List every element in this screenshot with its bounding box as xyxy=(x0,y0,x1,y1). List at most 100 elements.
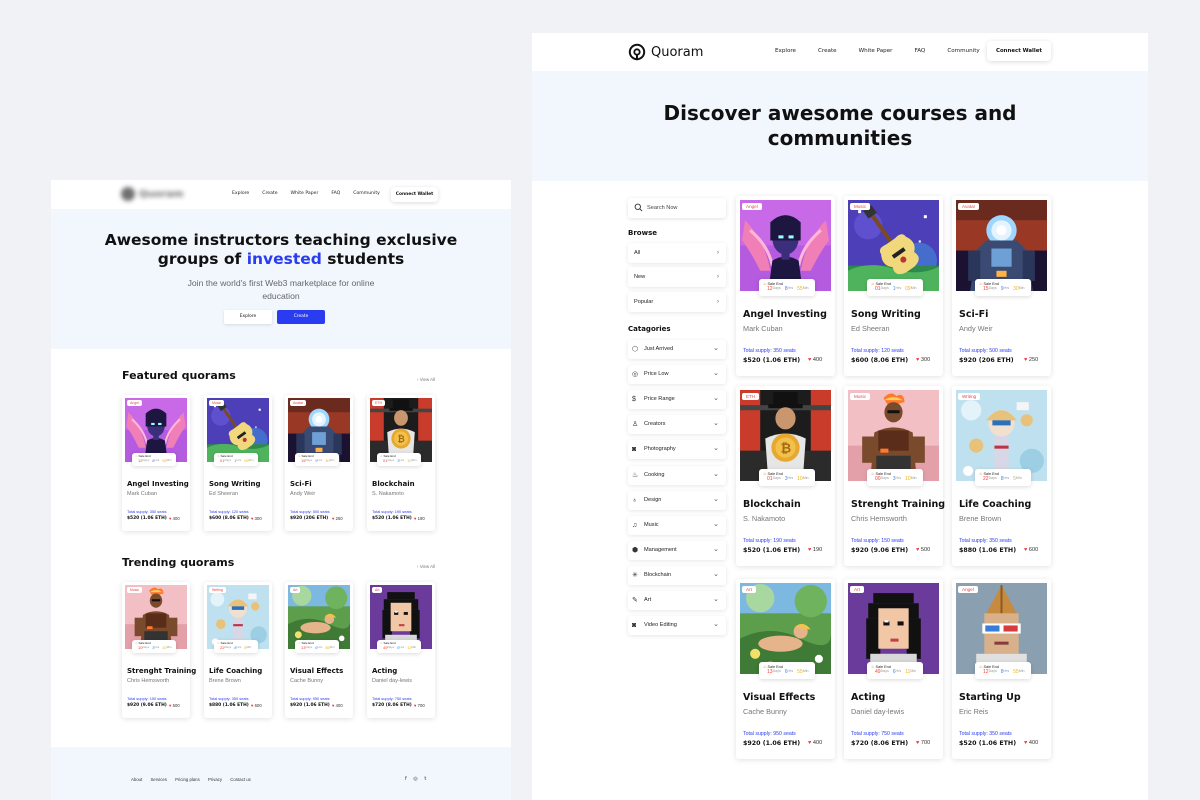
course-title[interactable]: Sci-Fi xyxy=(959,309,988,320)
course-card[interactable]: Avatar ♨ Sale End 15 Days 9 Hrs 30 Min Sci-… xyxy=(285,395,353,531)
course-price: $920 (9.06 ETH) xyxy=(851,547,909,554)
like-button[interactable]: ♥ 250 xyxy=(1024,357,1038,363)
course-title[interactable]: Starting Up xyxy=(959,692,1021,703)
minutes-unit: Min xyxy=(248,458,254,462)
connect-wallet-button[interactable]: Connect Wallet xyxy=(987,41,1051,61)
nav-link-create[interactable]: Create xyxy=(818,48,837,54)
course-author: Daniel day-lewis xyxy=(372,678,413,684)
course-card[interactable]: Writing ♨ Sale End 22 Days 8 Hrs 5 Min Life… xyxy=(204,582,272,718)
course-card[interactable]: ₿ ETH ♨ Sale End 01 Days 3 Hrs 10 Min Block… xyxy=(736,386,835,566)
nav-link-explore[interactable]: Explore xyxy=(775,48,796,54)
category-price-low[interactable]: ◎ Price Low ⌄ xyxy=(628,365,726,384)
like-button[interactable]: ♥ 400 xyxy=(1024,740,1038,746)
browse-new[interactable]: New › xyxy=(628,267,726,287)
logo[interactable]: Quoram xyxy=(121,187,184,201)
like-button[interactable]: ♥ 300 xyxy=(251,516,262,521)
footer-link-privacy[interactable]: Privacy xyxy=(208,777,222,782)
like-button[interactable]: ♥ 190 xyxy=(414,516,425,521)
course-card[interactable]: Art ♨ Sale End 13 Days 6 Hrs 55 Min Visual … xyxy=(736,579,835,759)
category-photography[interactable]: ◙ Photography ⌄ xyxy=(628,440,726,459)
category-video-editing[interactable]: ◙ Video Editing ⌄ xyxy=(628,616,726,635)
course-title[interactable]: Blockchain xyxy=(372,480,415,488)
like-button[interactable]: ♥ 300 xyxy=(916,357,930,363)
category-management[interactable]: ⬢ Management ⌄ xyxy=(628,541,726,560)
footer-link-services[interactable]: Services xyxy=(150,777,166,782)
browse-all[interactable]: All › xyxy=(628,243,726,263)
course-card[interactable]: Avatar ♨ Sale End 15 Days 9 Hrs 30 Min Sci-… xyxy=(952,196,1051,376)
category-art[interactable]: ✎ Art ⌄ xyxy=(628,591,726,610)
course-title[interactable]: Strenght Training xyxy=(851,499,945,510)
category-just-arrived[interactable]: ⬡ Just Arrived ⌄ xyxy=(628,340,726,359)
like-button[interactable]: ♥ 500 xyxy=(916,547,930,553)
course-title[interactable]: Angel Investing xyxy=(127,480,189,488)
course-card[interactable]: Art ♨ Sale End 49 Days 6 Hrs 11 Min Acting … xyxy=(844,579,943,759)
category-price-range[interactable]: $ Price Range ⌄ xyxy=(628,390,726,409)
nav-link-faq[interactable]: FAQ xyxy=(914,48,925,54)
nav-link-white-paper[interactable]: White Paper xyxy=(291,191,319,196)
category-creators[interactable]: ♙ Creators ⌄ xyxy=(628,415,726,434)
total-supply: Total supply: 190 seats xyxy=(372,509,412,514)
like-button[interactable]: ♥ 600 xyxy=(251,703,262,708)
course-title[interactable]: Song Writing xyxy=(851,309,921,320)
course-card[interactable]: Music ♨ Sale End 01 Days 1 Hrs 09 Min Song … xyxy=(204,395,272,531)
like-button[interactable]: ♥ 400 xyxy=(808,740,822,746)
browse-popular[interactable]: Popular › xyxy=(628,292,726,312)
course-title[interactable]: Life Coaching xyxy=(209,667,262,675)
course-title[interactable]: Sci-Fi xyxy=(290,480,312,488)
nav-link-explore[interactable]: Explore xyxy=(232,191,249,196)
category-design[interactable]: ♁ Design ⌄ xyxy=(628,491,726,510)
nav-link-community[interactable]: Community xyxy=(947,48,979,54)
like-button[interactable]: ♥ 700 xyxy=(916,740,930,746)
explore-button[interactable]: Explore xyxy=(224,310,272,324)
nav-link-create[interactable]: Create xyxy=(262,191,277,196)
course-card[interactable]: Angel ♨ Sale End 12 Days 8 Hrs 55 Min Start… xyxy=(952,579,1051,759)
course-card[interactable]: Music ♨ Sale End 10 Days 3 Hrs 10 Min Stren… xyxy=(122,582,196,718)
days-unit: Days xyxy=(305,645,313,649)
course-title[interactable]: Visual Effects xyxy=(290,667,343,675)
like-button[interactable]: ♥ 400 xyxy=(332,703,343,708)
like-button[interactable]: ♥ 400 xyxy=(808,357,822,363)
featured-view-all-link[interactable]: › View All xyxy=(417,377,435,382)
logo[interactable]: Quoram xyxy=(628,43,703,61)
course-title[interactable]: Acting xyxy=(372,667,397,675)
course-card[interactable]: ₿ ETH ♨ Sale End 01 Days 3 Hrs 10 Min Block… xyxy=(367,395,435,531)
nav-link-community[interactable]: Community xyxy=(353,191,380,196)
course-card[interactable]: Writing ♨ Sale End 22 Days 8 Hrs 5 Min Life… xyxy=(952,386,1051,566)
like-count: 400 xyxy=(812,357,823,363)
course-title[interactable]: Visual Effects xyxy=(743,692,815,703)
footer-link-pricing[interactable]: Pricing plans xyxy=(175,777,200,782)
like-button[interactable]: ♥ 600 xyxy=(1024,547,1038,553)
like-button[interactable]: ♥ 500 xyxy=(169,703,180,708)
footer-link-contact[interactable]: Contact us xyxy=(230,777,251,782)
course-card[interactable]: Music ♨ Sale End 01 Days 1 Hrs 09 Min Song … xyxy=(844,196,943,376)
footer-link-about[interactable]: About xyxy=(131,777,142,782)
course-card[interactable]: Music ♨ Sale End 00 Days 3 Hrs 10 Min Stren… xyxy=(844,386,945,566)
category-blockchain[interactable]: ✳ Blockchain ⌄ xyxy=(628,566,726,585)
like-button[interactable]: ♥ 700 xyxy=(414,703,425,708)
course-card[interactable]: Angel ♨ Sale End 12 Days 8 Hrs 55 Min Angel… xyxy=(736,196,835,376)
nav-link-white-paper[interactable]: White Paper xyxy=(859,48,893,54)
like-button[interactable]: ♥ 250 xyxy=(332,516,343,521)
course-title[interactable]: Strenght Training xyxy=(127,667,196,675)
course-title[interactable]: Acting xyxy=(851,692,885,703)
twitter-icon[interactable]: t xyxy=(424,776,426,782)
instagram-icon[interactable]: ◎ xyxy=(413,776,417,782)
nav-link-faq[interactable]: FAQ xyxy=(331,191,340,196)
category-cooking[interactable]: ♨ Cooking ⌄ xyxy=(628,466,726,485)
trending-view-all-link[interactable]: › View All xyxy=(417,564,435,569)
course-title[interactable]: Blockchain xyxy=(743,499,801,510)
create-button[interactable]: Create xyxy=(277,310,325,324)
facebook-icon[interactable]: f xyxy=(405,776,407,782)
course-card[interactable]: Art ♨ Sale End 49 Days 6 Hrs 11 Min Acting … xyxy=(367,582,435,718)
like-button[interactable]: ♥ 190 xyxy=(808,547,822,553)
like-button[interactable]: ♥ 400 xyxy=(169,516,180,521)
connect-wallet-button[interactable]: Connect Wallet xyxy=(391,187,438,202)
category-music[interactable]: ♫ Music ⌄ xyxy=(628,516,726,535)
search-input[interactable]: Search Now xyxy=(628,198,726,218)
course-author: Eric Reis xyxy=(959,707,989,716)
course-card[interactable]: Art ♨ Sale End 13 Days 6 Hrs 55 Min Visual … xyxy=(285,582,353,718)
course-title[interactable]: Angel Investing xyxy=(743,309,827,320)
course-title[interactable]: Song Writing xyxy=(209,480,260,488)
course-card[interactable]: Angel ♨ Sale End 12 Days 8 Hrs 55 Min Angel… xyxy=(122,395,190,531)
course-title[interactable]: Life Coaching xyxy=(959,499,1031,510)
